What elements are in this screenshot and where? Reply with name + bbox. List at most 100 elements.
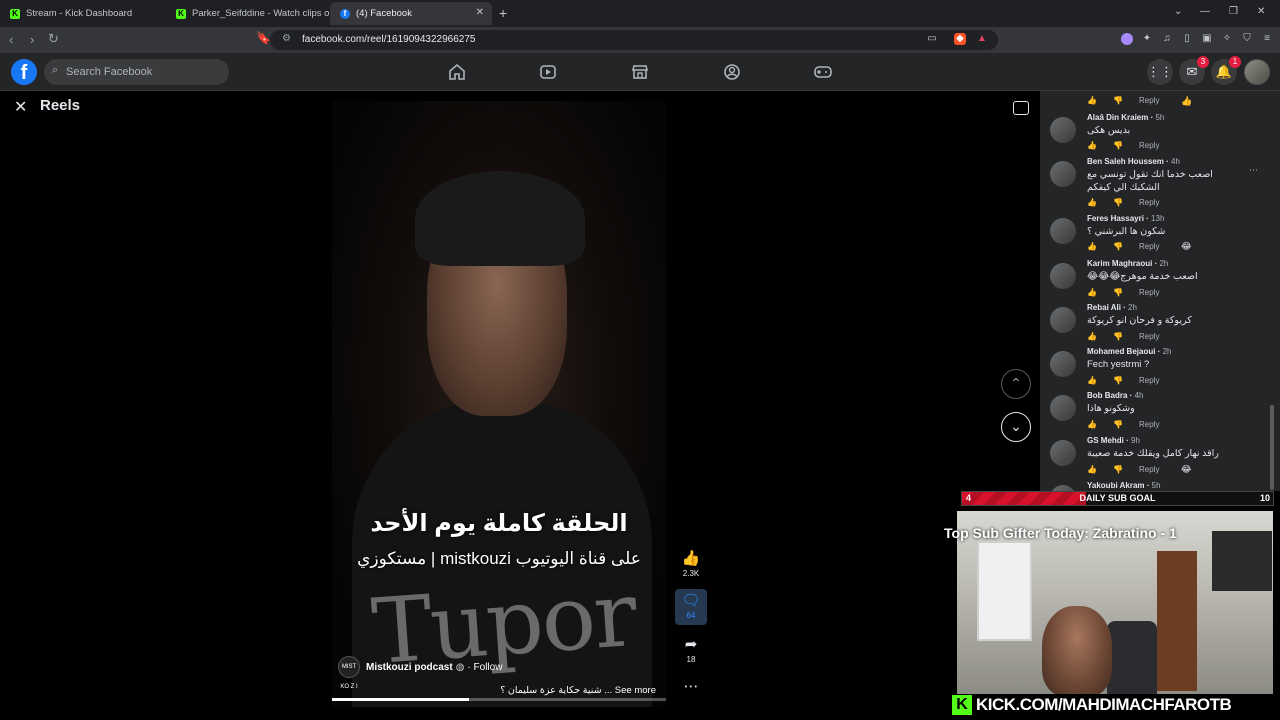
commenter-avatar[interactable] (1050, 351, 1076, 377)
dislike-icon[interactable]: 👎 (1113, 288, 1139, 297)
marketplace-icon[interactable] (630, 62, 650, 82)
reel-owner[interactable]: MIST KO Z I Mistkouzi podcast ◍ · Follow (338, 656, 502, 690)
back-icon[interactable]: ‹ (9, 32, 13, 47)
notifications-button[interactable]: 🔔 1 (1211, 56, 1241, 85)
comment-more-icon[interactable]: ⋯ (1249, 165, 1258, 176)
comments-scrollbar[interactable] (1270, 405, 1274, 490)
reel-description[interactable]: شنية حكاية عزة سليمان ؟ ... See more (332, 685, 656, 696)
dislike-icon[interactable]: 👎 (1113, 242, 1139, 251)
video-progress-bar[interactable] (332, 698, 666, 701)
bookmark-icon[interactable]: 🔖 (256, 31, 271, 45)
site-info-icon[interactable]: ⚙ (282, 33, 291, 44)
cast-icon[interactable]: ▭ (926, 33, 938, 45)
brave-shield-icon[interactable]: ◆ (954, 33, 966, 45)
wallet-icon[interactable]: ▣ (1201, 33, 1213, 45)
reply-link[interactable]: Reply (1139, 420, 1159, 429)
vpn-icon[interactable]: ⛉ (1241, 33, 1253, 45)
profile-avatar[interactable] (1244, 59, 1270, 85)
reply-link[interactable]: Reply (1139, 96, 1159, 105)
commenter-avatar[interactable] (1050, 117, 1076, 143)
commenter-name[interactable]: Karim Maghraoui · 2h (1087, 259, 1168, 268)
follow-link[interactable]: · Follow (467, 662, 502, 673)
reply-link[interactable]: Reply (1139, 332, 1159, 341)
commenter-name[interactable]: Yakoubi Akram · 5h (1087, 481, 1161, 490)
minimize-icon[interactable]: — (1200, 6, 1210, 17)
puzzle-icon[interactable]: ✦ (1141, 33, 1153, 45)
like-button[interactable]: 👍 2.3K (675, 549, 707, 578)
layout-toggle-icon[interactable] (1013, 101, 1029, 115)
extension-icon[interactable] (1121, 33, 1133, 45)
search-box[interactable]: ⌕ (44, 59, 229, 85)
browser-tab-kick-clips[interactable]: K Parker_Seifddine - Watch clips on Kic (166, 2, 332, 25)
reply-link[interactable]: Reply (1139, 198, 1159, 207)
like-icon[interactable]: 👍 (1087, 96, 1113, 105)
commenter-avatar[interactable] (1050, 395, 1076, 421)
address-bar[interactable]: ⚙ facebook.com/reel/1619094322966275 ▭ ◆… (270, 30, 998, 50)
dislike-icon[interactable]: 👎 (1113, 376, 1139, 385)
next-reel-button[interactable]: ⌄ (1001, 412, 1031, 442)
reply-link[interactable]: Reply (1139, 141, 1159, 150)
commenter-name[interactable]: Alaâ Din Kraiem · 5h (1087, 113, 1164, 122)
menu-icon[interactable]: ≡ (1261, 33, 1273, 45)
reel-video[interactable]: Tupor الحلقة كاملة يوم الأحد على قناة ال… (332, 101, 666, 707)
dislike-icon[interactable]: 👎 (1113, 96, 1139, 105)
reply-link[interactable]: Reply (1139, 376, 1159, 385)
commenter-avatar[interactable] (1050, 161, 1076, 187)
commenter-name[interactable]: Ben Saleh Houssem · 4h (1087, 157, 1180, 166)
reply-link[interactable]: Reply (1139, 465, 1159, 474)
dislike-icon[interactable]: 👎 (1113, 465, 1139, 474)
share-button[interactable]: ➦ 18 (675, 635, 707, 664)
reply-link[interactable]: Reply (1139, 242, 1159, 251)
gaming-icon[interactable] (813, 62, 833, 82)
leo-icon[interactable]: ✧ (1221, 33, 1233, 45)
dislike-icon[interactable]: 👎 (1113, 198, 1139, 207)
search-input[interactable] (66, 63, 221, 81)
video-icon[interactable] (538, 62, 558, 82)
webcam-streamer (1042, 606, 1112, 694)
menu-grid-icon[interactable]: ⋮⋮ (1147, 59, 1173, 85)
more-options-button[interactable]: ⋯ (675, 677, 707, 695)
close-tab-icon[interactable]: ✕ (476, 7, 484, 18)
dislike-icon[interactable]: 👎 (1113, 141, 1139, 150)
brave-rewards-icon[interactable]: ▲ (976, 33, 988, 45)
home-icon[interactable] (447, 62, 467, 82)
reload-icon[interactable]: ↻ (48, 31, 59, 47)
commenter-name[interactable]: GS Mehdi · 9h (1087, 436, 1140, 445)
commenter-name[interactable]: Mohamed Bejaoui · 2h (1087, 347, 1171, 356)
owner-avatar[interactable]: MIST KO Z I (338, 656, 360, 690)
like-icon[interactable]: 👍 (1087, 376, 1113, 385)
like-icon[interactable]: 👍 (1087, 288, 1113, 297)
commenter-name[interactable]: Feres Hassayri · 13h (1087, 214, 1164, 223)
like-icon[interactable]: 👍 (1087, 420, 1113, 429)
like-icon[interactable]: 👍 (1087, 141, 1113, 150)
like-icon[interactable]: 👍 (1087, 242, 1113, 251)
owner-name[interactable]: Mistkouzi podcast (366, 662, 453, 673)
restore-icon[interactable]: ❐ (1229, 6, 1238, 17)
commenter-avatar[interactable] (1050, 218, 1076, 244)
reply-link[interactable]: Reply (1139, 288, 1159, 297)
browser-tab-kick-dashboard[interactable]: K Stream - Kick Dashboard (0, 2, 166, 25)
comment-button[interactable]: 🗨 64 (675, 589, 707, 625)
like-icon[interactable]: 👍 (1087, 465, 1113, 474)
groups-icon[interactable] (722, 62, 742, 82)
commenter-avatar[interactable] (1050, 307, 1076, 333)
messenger-button[interactable]: ✉ 3 (1179, 56, 1209, 85)
dislike-icon[interactable]: 👎 (1113, 420, 1139, 429)
commenter-avatar[interactable] (1050, 263, 1076, 289)
close-window-icon[interactable]: ✕ (1257, 6, 1265, 17)
sidebar-icon[interactable]: ▯ (1181, 33, 1193, 45)
close-icon[interactable]: ✕ (14, 97, 27, 117)
dislike-icon[interactable]: 👎 (1113, 332, 1139, 341)
commenter-name[interactable]: Rebai Ali · 2h (1087, 303, 1137, 312)
commenter-name[interactable]: Bob Badra · 4h (1087, 391, 1143, 400)
tab-search-icon[interactable]: ⌄ (1174, 6, 1182, 17)
music-icon[interactable]: ♫ (1161, 33, 1173, 45)
forward-icon[interactable]: › (30, 32, 34, 47)
facebook-logo-icon[interactable]: f (11, 59, 37, 85)
new-tab-button[interactable]: + (499, 5, 507, 21)
previous-reel-button[interactable]: ⌃ (1001, 369, 1031, 399)
like-icon[interactable]: 👍 (1087, 198, 1113, 207)
commenter-avatar[interactable] (1050, 440, 1076, 466)
like-icon[interactable]: 👍 (1087, 332, 1113, 341)
browser-tab-facebook[interactable]: f (4) Facebook ✕ (330, 2, 492, 25)
